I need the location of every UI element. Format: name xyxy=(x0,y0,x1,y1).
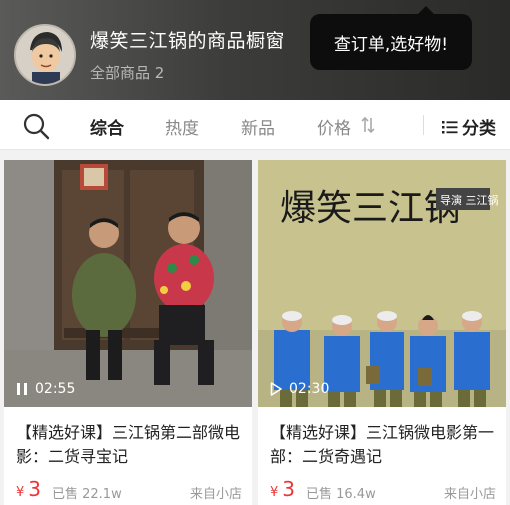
avatar[interactable] xyxy=(14,24,76,86)
product-title[interactable]: 【精选好课】三江锅微电影第一部：二货奇遇记 xyxy=(270,421,496,469)
search-icon[interactable] xyxy=(22,112,50,140)
source-label: 来自小店 xyxy=(189,487,242,502)
list-icon xyxy=(442,120,458,133)
order-prompt-button[interactable]: 查订单,选好物! xyxy=(310,6,472,70)
product-card[interactable]: 爆笑三江锅 导演 三江锅 02:30 【精选好课】三江锅微电影第一部：二货奇遇记… xyxy=(258,160,506,505)
tab-popularity[interactable]: 热度 xyxy=(165,114,199,139)
video-thumbnail[interactable]: 爆笑三江锅 导演 三江锅 02:30 xyxy=(258,160,506,407)
duration-text: 02:30 xyxy=(289,381,330,397)
currency-symbol: ¥ xyxy=(270,485,279,500)
product-title[interactable]: 【精选好课】三江锅第二部微电影：二货寻宝记 xyxy=(16,421,242,469)
poster-badge: 导演 三江锅 xyxy=(440,193,499,207)
product-card[interactable]: 02:55 【精选好课】三江锅第二部微电影：二货寻宝记 ¥ 3 已售 22.1w… xyxy=(4,160,252,505)
category-button[interactable]: 分类 xyxy=(442,114,496,139)
product-grid: 02:55 【精选好课】三江锅第二部微电影：二货寻宝记 ¥ 3 已售 22.1w… xyxy=(0,150,510,505)
video-thumbnail[interactable]: 02:55 xyxy=(4,160,252,407)
pause-icon[interactable] xyxy=(16,382,28,396)
sort-tab-bar: 综合 热度 新品 价格 分类 xyxy=(0,100,510,150)
tab-comprehensive[interactable]: 综合 xyxy=(90,114,124,139)
sold-count: 已售 22.1w xyxy=(52,487,122,502)
sort-arrows-icon[interactable] xyxy=(361,115,375,135)
duration-text: 02:55 xyxy=(35,381,76,397)
sold-count: 已售 16.4w xyxy=(306,487,376,502)
shop-title: 爆笑三江锅的商品橱窗 xyxy=(90,30,286,52)
source-label: 来自小店 xyxy=(443,487,496,502)
poster-title: 爆笑三江锅 xyxy=(280,188,460,229)
product-price: ¥ 3 xyxy=(16,477,41,501)
currency-symbol: ¥ xyxy=(16,485,25,500)
tab-divider xyxy=(423,115,424,135)
product-price: ¥ 3 xyxy=(270,477,295,501)
tab-new[interactable]: 新品 xyxy=(241,114,275,139)
video-duration: 02:30 xyxy=(270,381,329,397)
video-duration: 02:55 xyxy=(16,381,75,397)
shop-header: 爆笑三江锅的商品橱窗 全部商品 2 查订单,选好物! xyxy=(0,0,510,100)
all-goods-count[interactable]: 全部商品 2 xyxy=(90,62,164,83)
category-label: 分类 xyxy=(462,119,496,139)
play-icon[interactable] xyxy=(270,382,282,396)
tab-price[interactable]: 价格 xyxy=(317,114,351,139)
price-value: 3 xyxy=(28,477,42,501)
price-value: 3 xyxy=(282,477,296,501)
